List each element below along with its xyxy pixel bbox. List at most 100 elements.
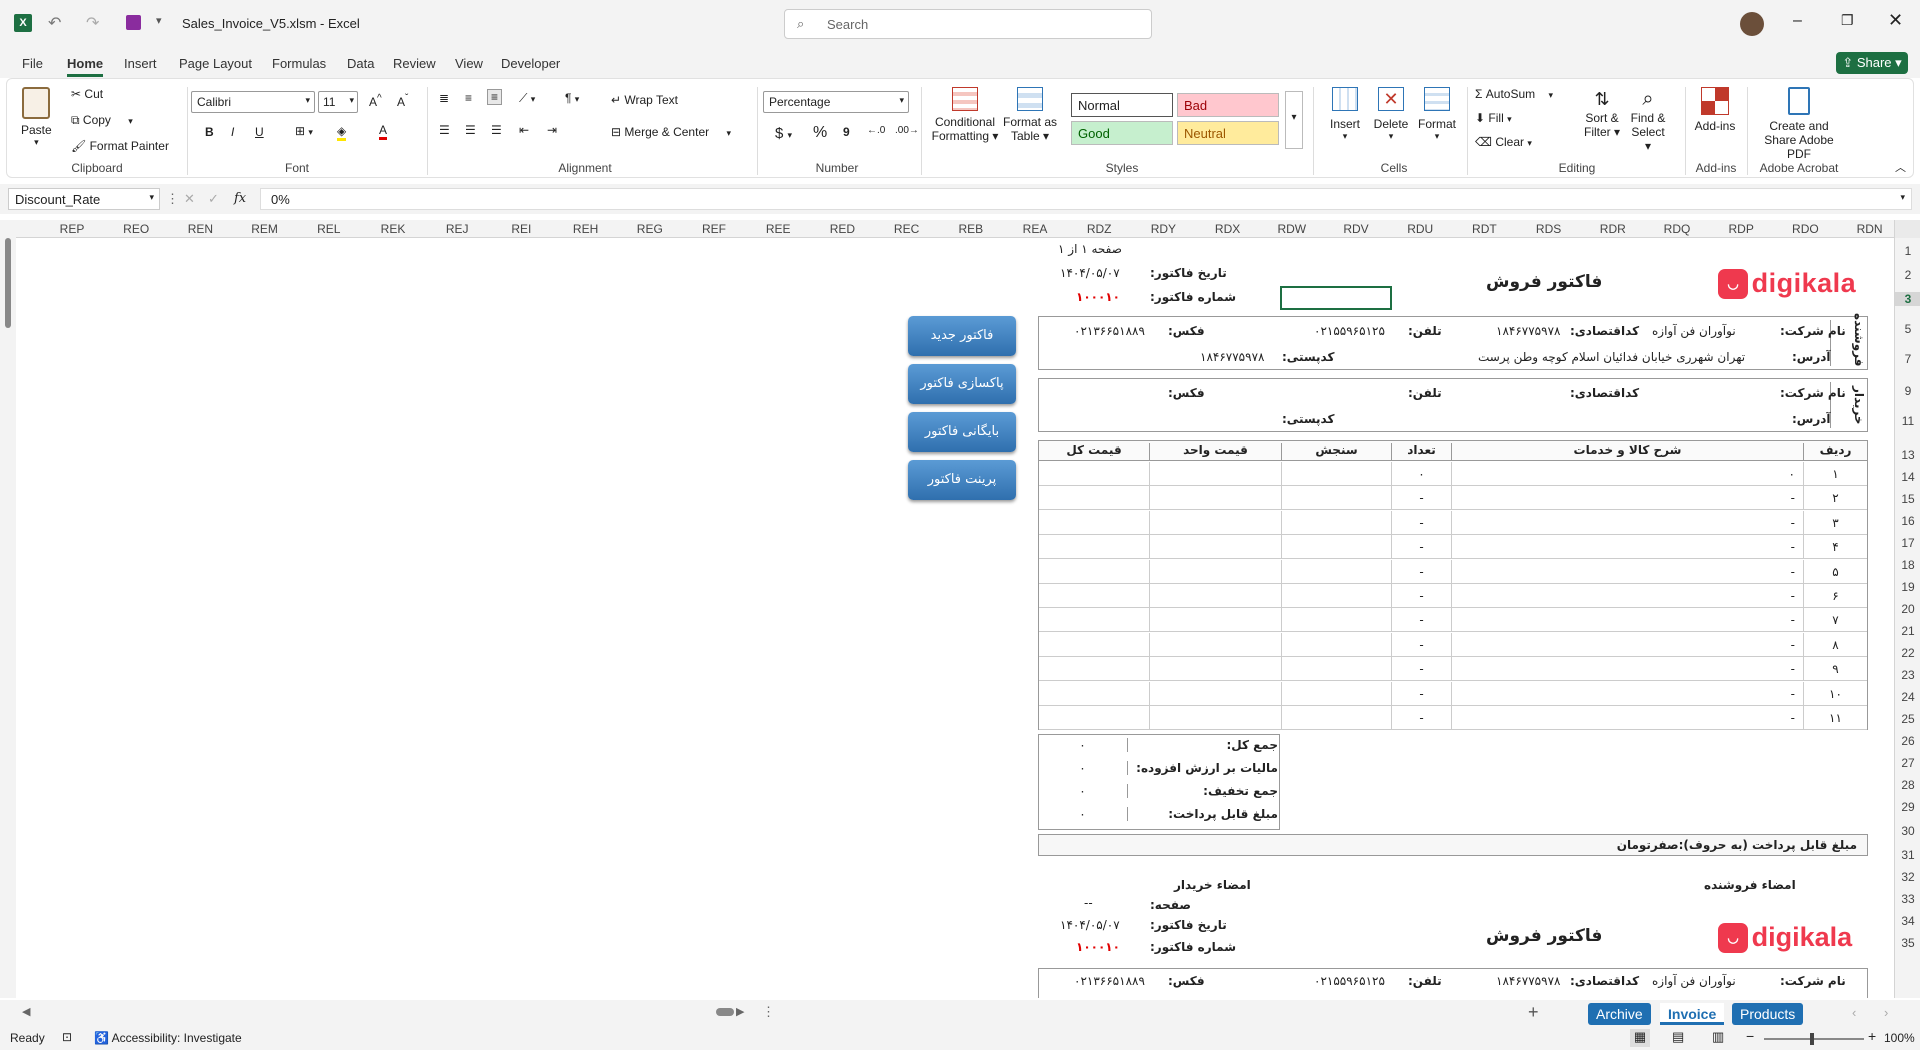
table-cell[interactable]: -	[1391, 584, 1451, 608]
total-value[interactable]: ۰	[1038, 738, 1128, 752]
table-cell[interactable]	[1281, 681, 1391, 706]
save-icon[interactable]	[126, 15, 141, 30]
row-header[interactable]: 18	[1895, 558, 1920, 572]
collapse-ribbon-icon[interactable]: ︿	[1895, 159, 1906, 175]
tab-insert[interactable]: Insert	[124, 56, 157, 71]
style-bad[interactable]: Bad	[1177, 93, 1279, 117]
row-header[interactable]: 26	[1895, 734, 1920, 748]
maximize-icon[interactable]: ❐	[1841, 12, 1854, 29]
format-cells-button[interactable]: Format ▾	[1415, 87, 1459, 142]
column-header[interactable]: RDU	[1388, 222, 1452, 236]
row-header[interactable]: 33	[1895, 892, 1920, 906]
table-cell[interactable]	[1281, 706, 1391, 730]
merge-center-button[interactable]: ⊟ Merge & Center ▾	[611, 125, 731, 139]
scroll-left-icon[interactable]: ◀	[22, 1005, 30, 1018]
tab-bar-more-icon[interactable]: ⋮	[762, 1004, 775, 1020]
row-header[interactable]: 17	[1895, 536, 1920, 550]
table-cell[interactable]	[1149, 462, 1281, 486]
column-header[interactable]: RED	[810, 222, 874, 236]
column-header[interactable]: REI	[489, 222, 553, 236]
zoom-slider-thumb[interactable]	[1810, 1033, 1814, 1045]
increase-indent-icon[interactable]: ⇥	[547, 123, 557, 137]
row-header[interactable]: 7	[1895, 352, 1920, 366]
zoom-slider[interactable]	[1764, 1033, 1864, 1045]
autosum-button[interactable]: Σ AutoSum ▾	[1475, 87, 1553, 101]
number-format-select[interactable]: Percentage ▾	[763, 91, 909, 113]
align-middle-icon[interactable]: ≡	[465, 91, 472, 105]
column-header[interactable]: RDV	[1324, 222, 1388, 236]
share-button[interactable]: ⇪ Share ▾	[1836, 52, 1908, 74]
table-cell[interactable]	[1281, 486, 1391, 511]
tab-developer[interactable]: Developer	[501, 56, 560, 71]
table-cell[interactable]	[1149, 706, 1281, 730]
page-layout-icon[interactable]: ▤	[1672, 1029, 1684, 1045]
table-cell[interactable]: -	[1451, 632, 1803, 657]
row-header[interactable]: 25	[1895, 712, 1920, 726]
cut-button[interactable]: ✂ Cut	[71, 87, 103, 101]
table-cell[interactable]	[1281, 510, 1391, 535]
align-bottom-icon[interactable]: ≡	[487, 89, 503, 105]
select-all-corner[interactable]	[1894, 220, 1920, 238]
italic-button[interactable]: I	[231, 125, 234, 139]
style-good[interactable]: Good	[1071, 121, 1173, 145]
table-cell[interactable]: -	[1451, 706, 1803, 730]
format-painter-button[interactable]: 🖌 Format Painter	[71, 139, 169, 153]
accessibility-status[interactable]: ♿ Accessibility: Investigate	[94, 1031, 242, 1045]
macro-record-icon[interactable]: ⊡	[62, 1030, 72, 1044]
wrap-text-button[interactable]: ↵ Wrap Text	[611, 93, 678, 107]
comma-button[interactable]: 9	[843, 125, 850, 139]
table-cell[interactable]	[1039, 560, 1149, 584]
tab-data[interactable]: Data	[347, 56, 374, 71]
page-break-icon[interactable]: ▥	[1712, 1029, 1724, 1045]
table-cell[interactable]: ۸	[1803, 632, 1867, 657]
customize-toolbar-icon[interactable]: ▾	[156, 14, 162, 27]
normal-view-icon[interactable]: ▦	[1630, 1029, 1650, 1047]
row-header[interactable]: 5	[1895, 322, 1920, 336]
align-center-icon[interactable]: ☰	[465, 123, 476, 137]
column-header[interactable]: REF	[682, 222, 746, 236]
prev-sheet-icon[interactable]: ‹	[1852, 1005, 1856, 1020]
table-cell[interactable]	[1149, 608, 1281, 633]
table-cell[interactable]	[1149, 510, 1281, 535]
vertical-scroll-thumb[interactable]	[5, 238, 11, 328]
table-cell[interactable]: ۶	[1803, 584, 1867, 608]
sheet-tab-products[interactable]: Products	[1732, 1003, 1804, 1025]
column-header[interactable]: REJ	[425, 222, 489, 236]
row-header[interactable]: 35	[1895, 936, 1920, 950]
align-left-icon[interactable]: ☰	[439, 123, 450, 137]
table-cell[interactable]	[1039, 608, 1149, 632]
table-cell[interactable]: ۲	[1803, 486, 1867, 511]
next-sheet-icon[interactable]: ›	[1884, 1005, 1888, 1020]
copy-button[interactable]: ⧉ Copy ▾	[71, 113, 133, 128]
column-header[interactable]: REC	[875, 222, 939, 236]
table-cell[interactable]: -	[1451, 681, 1803, 706]
archive-invoice-button[interactable]: بایگانی فاکتور	[908, 412, 1016, 452]
table-cell[interactable]	[1281, 608, 1391, 633]
zoom-in-icon[interactable]: +	[1868, 1028, 1876, 1044]
table-cell[interactable]	[1039, 584, 1149, 608]
print-invoice-button[interactable]: پرینت فاکتور	[908, 460, 1016, 500]
more-icon[interactable]: ⋮	[166, 191, 179, 207]
search-box[interactable]: ⌕ Search	[784, 9, 1152, 39]
row-header[interactable]: 28	[1895, 778, 1920, 792]
column-header[interactable]: RDO	[1773, 222, 1837, 236]
table-cell[interactable]	[1149, 486, 1281, 511]
row-header[interactable]: 23	[1895, 668, 1920, 682]
font-color-icon[interactable]: A	[379, 123, 388, 140]
sheet-tab-archive[interactable]: Archive	[1588, 1003, 1651, 1025]
table-cell[interactable]	[1039, 706, 1149, 730]
underline-button[interactable]: U	[255, 125, 264, 139]
row-header[interactable]: 29	[1895, 800, 1920, 814]
table-cell[interactable]	[1039, 682, 1149, 706]
total-value[interactable]: ۰	[1038, 807, 1128, 821]
table-cell[interactable]	[1281, 462, 1391, 486]
table-cell[interactable]	[1149, 657, 1281, 682]
table-cell[interactable]: -	[1391, 632, 1451, 657]
table-cell[interactable]: -	[1391, 535, 1451, 560]
column-header[interactable]: REN	[168, 222, 232, 236]
column-header[interactable]: REO	[104, 222, 168, 236]
addins-button[interactable]: Add-ins	[1691, 87, 1739, 133]
insert-cells-button[interactable]: Insert ▾	[1327, 87, 1363, 142]
column-header[interactable]: RDQ	[1645, 222, 1709, 236]
column-header[interactable]: REH	[554, 222, 618, 236]
